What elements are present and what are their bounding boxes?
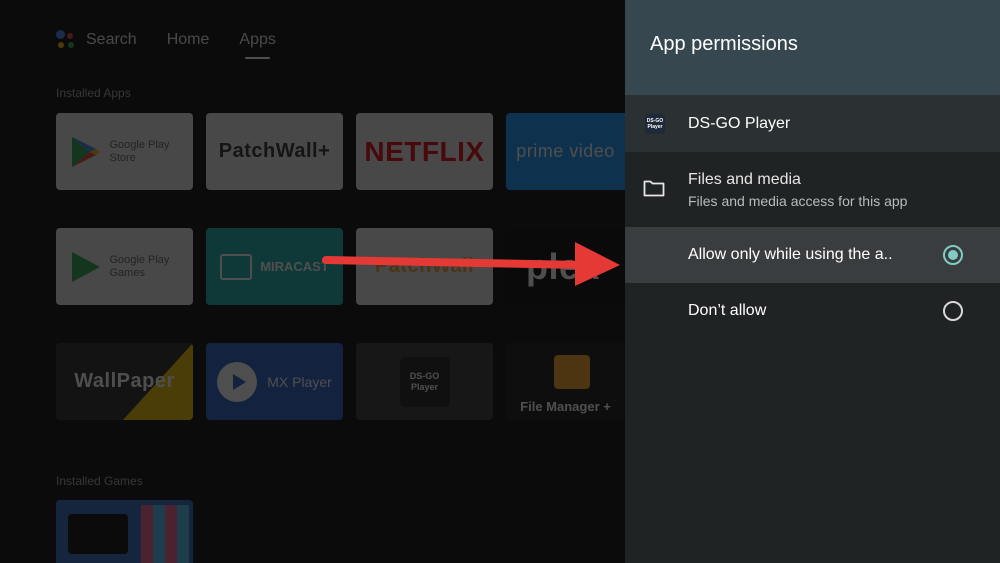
game-logo [68, 514, 128, 554]
option-label: Don’t allow [688, 302, 767, 319]
permission-info-row: Files and media Files and media access f… [625, 152, 1000, 227]
app-tile-label: WallPaper [74, 370, 175, 392]
option-dont-allow[interactable]: Don’t allow [625, 283, 1000, 339]
home-nav-item[interactable]: Home [167, 31, 210, 49]
app-permissions-panel: App permissions DS-GO Player DS-GO Playe… [625, 0, 1000, 563]
search-label: Search [86, 31, 137, 48]
radio-unselected-icon[interactable] [943, 301, 963, 321]
search-nav-item[interactable]: Search [56, 30, 137, 50]
app-tile-patchwall-plus[interactable]: PatchWall+ [206, 113, 343, 190]
option-label: Allow only while using the a.. [688, 246, 893, 263]
permission-subtitle: Files and media access for this app [688, 193, 908, 209]
game-tile[interactable] [56, 500, 193, 563]
app-tile-label: prime video [516, 141, 615, 161]
app-tile-ds-go-player[interactable]: DS-GO Player [356, 343, 493, 420]
app-tile-label: NETFLIX [364, 135, 485, 167]
app-tile-netflix[interactable]: NETFLIX [356, 113, 493, 190]
google-play-games-icon [71, 251, 100, 282]
app-tile-label: MIRACAST [260, 259, 329, 274]
app-tile-label: PatchWall+ [218, 140, 331, 162]
app-info-row: DS-GO Player DS-GO Player [625, 95, 1000, 152]
app-tile-file-manager[interactable]: File Manager + [506, 343, 625, 420]
app-tile-google-play-games[interactable]: Google Play Games [56, 228, 193, 305]
installed-apps-title: Installed Apps [56, 86, 131, 100]
app-tile-label: MX Player [267, 373, 332, 390]
panel-header: App permissions [625, 0, 1000, 95]
app-tile-prime-video[interactable]: prime video [506, 113, 625, 190]
google-play-icon [71, 136, 100, 167]
apps-nav-item[interactable]: Apps [239, 31, 276, 59]
app-tile-mx-player[interactable]: MX Player [206, 343, 343, 420]
permission-title: Files and media [688, 171, 801, 188]
app-tile-label: Google Play Store [109, 138, 170, 164]
radio-selected-icon[interactable] [943, 245, 963, 265]
app-tile-label: DS-GO Player [399, 356, 450, 407]
game-thumbnail [141, 505, 189, 563]
folder-icon [643, 180, 665, 197]
app-tile-wallpaper[interactable]: WallPaper [56, 343, 193, 420]
cast-icon [220, 253, 253, 280]
option-allow-while-using[interactable]: Allow only while using the a.. [625, 227, 1000, 283]
google-assistant-icon [56, 30, 76, 50]
app-tile-label: Google Play Games [109, 253, 170, 279]
app-tile-label: File Manager + [520, 399, 611, 414]
play-icon [217, 361, 258, 402]
folder-app-icon [554, 355, 590, 389]
installed-games-title: Installed Games [56, 474, 143, 488]
red-arrow-annotation [322, 242, 620, 286]
app-name: DS-GO Player [688, 114, 791, 132]
top-navigation: Search Home Apps [56, 30, 306, 59]
panel-title: App permissions [650, 33, 798, 55]
app-tile-google-play-store[interactable]: Google Play Store [56, 113, 193, 190]
ds-go-player-app-icon: DS-GO Player [645, 113, 665, 134]
